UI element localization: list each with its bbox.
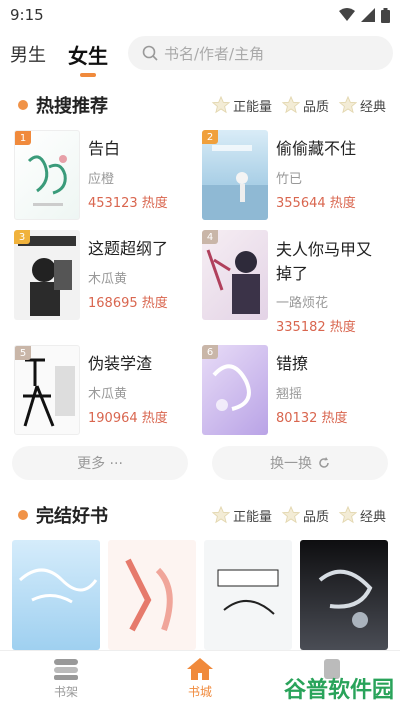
book-item[interactable]: 1 告白 应橙 453123 热度 xyxy=(6,130,196,230)
filter-label: 经典 xyxy=(359,99,386,115)
tab-bookshelf[interactable]: 书架 xyxy=(36,657,96,700)
status-bar: 9:15 xyxy=(0,0,400,30)
book-cover[interactable] xyxy=(108,540,196,650)
section-dot xyxy=(18,510,28,520)
book-heat: 355644 热度 xyxy=(276,196,356,211)
signal-icon xyxy=(361,8,375,22)
book-item[interactable]: 4 夫人你马甲又掉了 一路烦花 335182 热度 xyxy=(194,230,384,335)
filter-classic[interactable]: 经典 xyxy=(338,96,386,115)
book-cover: 6 xyxy=(202,345,268,435)
filter-quality[interactable]: 品质 xyxy=(281,506,329,525)
book-author: 木瓜黄 xyxy=(88,387,128,402)
hot-filters: 正能量 品质 经典 xyxy=(211,96,386,115)
filter-label: 品质 xyxy=(302,99,329,115)
rank-badge: 1 xyxy=(15,131,31,145)
filter-label: 正能量 xyxy=(232,99,272,115)
book-cover: 5 xyxy=(14,345,80,435)
book-cover[interactable] xyxy=(300,540,388,650)
status-time: 9:15 xyxy=(10,6,44,24)
tab-label: 书架 xyxy=(53,685,78,699)
search-placeholder: 书名/作者/主角 xyxy=(164,44,265,63)
book-cover: 1 xyxy=(14,130,80,220)
status-icons xyxy=(339,7,390,23)
tab-label: 书城 xyxy=(187,685,212,699)
book-cover: 3 xyxy=(14,230,80,320)
book-item[interactable]: 5 伪装学渣 木瓜黄 190964 热度 xyxy=(6,345,196,445)
book-cover: 4 xyxy=(202,230,268,320)
finished-section-header: 完结好书 正能量 品质 经典 xyxy=(0,500,400,530)
finished-book-row xyxy=(12,540,392,650)
star-icon xyxy=(338,506,357,524)
book-author: 木瓜黄 xyxy=(88,272,128,287)
home-icon xyxy=(187,658,213,680)
rank-badge: 5 xyxy=(15,346,31,360)
filter-positive[interactable]: 正能量 xyxy=(211,96,272,115)
book-cover: 2 xyxy=(202,130,268,220)
book-item[interactable]: 6 错撩 翘摇 80132 热度 xyxy=(194,345,384,445)
filter-quality[interactable]: 品质 xyxy=(281,96,329,115)
book-author: 竹已 xyxy=(276,172,303,187)
star-icon xyxy=(211,506,230,524)
cover-art xyxy=(18,568,98,604)
battery-icon xyxy=(381,7,390,23)
filter-positive[interactable]: 正能量 xyxy=(211,506,272,525)
book-author: 应橙 xyxy=(88,172,115,187)
book-heat: 190964 热度 xyxy=(88,411,168,426)
book-title: 告白 xyxy=(88,139,121,158)
hot-section-header: 热搜推荐 正能量 品质 经典 xyxy=(0,90,400,120)
book-item[interactable]: 2 偷偷藏不住 竹已 355644 热度 xyxy=(194,130,384,230)
top-bar: 男生 女生 书名/作者/主角 xyxy=(0,34,400,74)
filter-label: 品质 xyxy=(302,509,329,525)
cover-art xyxy=(318,569,373,628)
book-heat: 453123 热度 xyxy=(88,196,168,211)
refresh-label: 换一换 xyxy=(270,456,312,472)
book-title: 这题超纲了 xyxy=(88,239,169,258)
book-author: 一路烦花 xyxy=(276,296,329,311)
rank-badge: 4 xyxy=(202,230,218,244)
book-item[interactable]: 3 这题超纲了 木瓜黄 168695 热度 xyxy=(6,230,196,330)
more-label: 更多 ··· xyxy=(77,456,123,472)
tab-male[interactable]: 男生 xyxy=(10,41,46,67)
section-dot xyxy=(18,100,28,110)
filter-label: 正能量 xyxy=(232,509,272,525)
star-icon xyxy=(338,96,357,114)
refresh-button[interactable]: 换一换 xyxy=(212,446,388,480)
watermark: 谷普软件园 xyxy=(283,678,394,703)
star-icon xyxy=(281,506,300,524)
rank-badge: 6 xyxy=(202,345,218,359)
cover-art xyxy=(217,569,279,615)
rank-badge: 2 xyxy=(202,130,218,144)
finished-filters: 正能量 品质 经典 xyxy=(211,506,386,525)
search-input[interactable]: 书名/作者/主角 xyxy=(128,36,393,70)
finished-section-title: 完结好书 xyxy=(36,506,108,527)
cover-art xyxy=(125,558,173,632)
tab-bookstore[interactable]: 书城 xyxy=(170,657,230,700)
book-author: 翘摇 xyxy=(276,387,303,402)
book-heat: 335182 热度 xyxy=(276,320,356,335)
hot-section-title: 热搜推荐 xyxy=(36,96,108,117)
book-cover[interactable] xyxy=(204,540,292,650)
filter-label: 经典 xyxy=(359,509,386,525)
bookshelf-icon xyxy=(54,659,78,680)
star-icon xyxy=(281,96,300,114)
rank-badge: 3 xyxy=(14,230,30,244)
book-cover[interactable] xyxy=(12,540,100,650)
book-title: 错撩 xyxy=(276,354,309,373)
refresh-icon xyxy=(319,457,329,468)
search-icon xyxy=(142,45,158,61)
filter-classic[interactable]: 经典 xyxy=(338,506,386,525)
book-title: 夫人你马甲又掉了 xyxy=(276,240,373,283)
book-title: 伪装学渣 xyxy=(88,354,153,373)
book-heat: 168695 热度 xyxy=(88,296,168,311)
book-title: 偷偷藏不住 xyxy=(276,139,357,158)
tab-female[interactable]: 女生 xyxy=(68,40,108,69)
wifi-icon xyxy=(339,8,355,21)
more-button[interactable]: 更多 ··· xyxy=(12,446,188,480)
book-heat: 80132 热度 xyxy=(276,411,348,426)
star-icon xyxy=(211,96,230,114)
